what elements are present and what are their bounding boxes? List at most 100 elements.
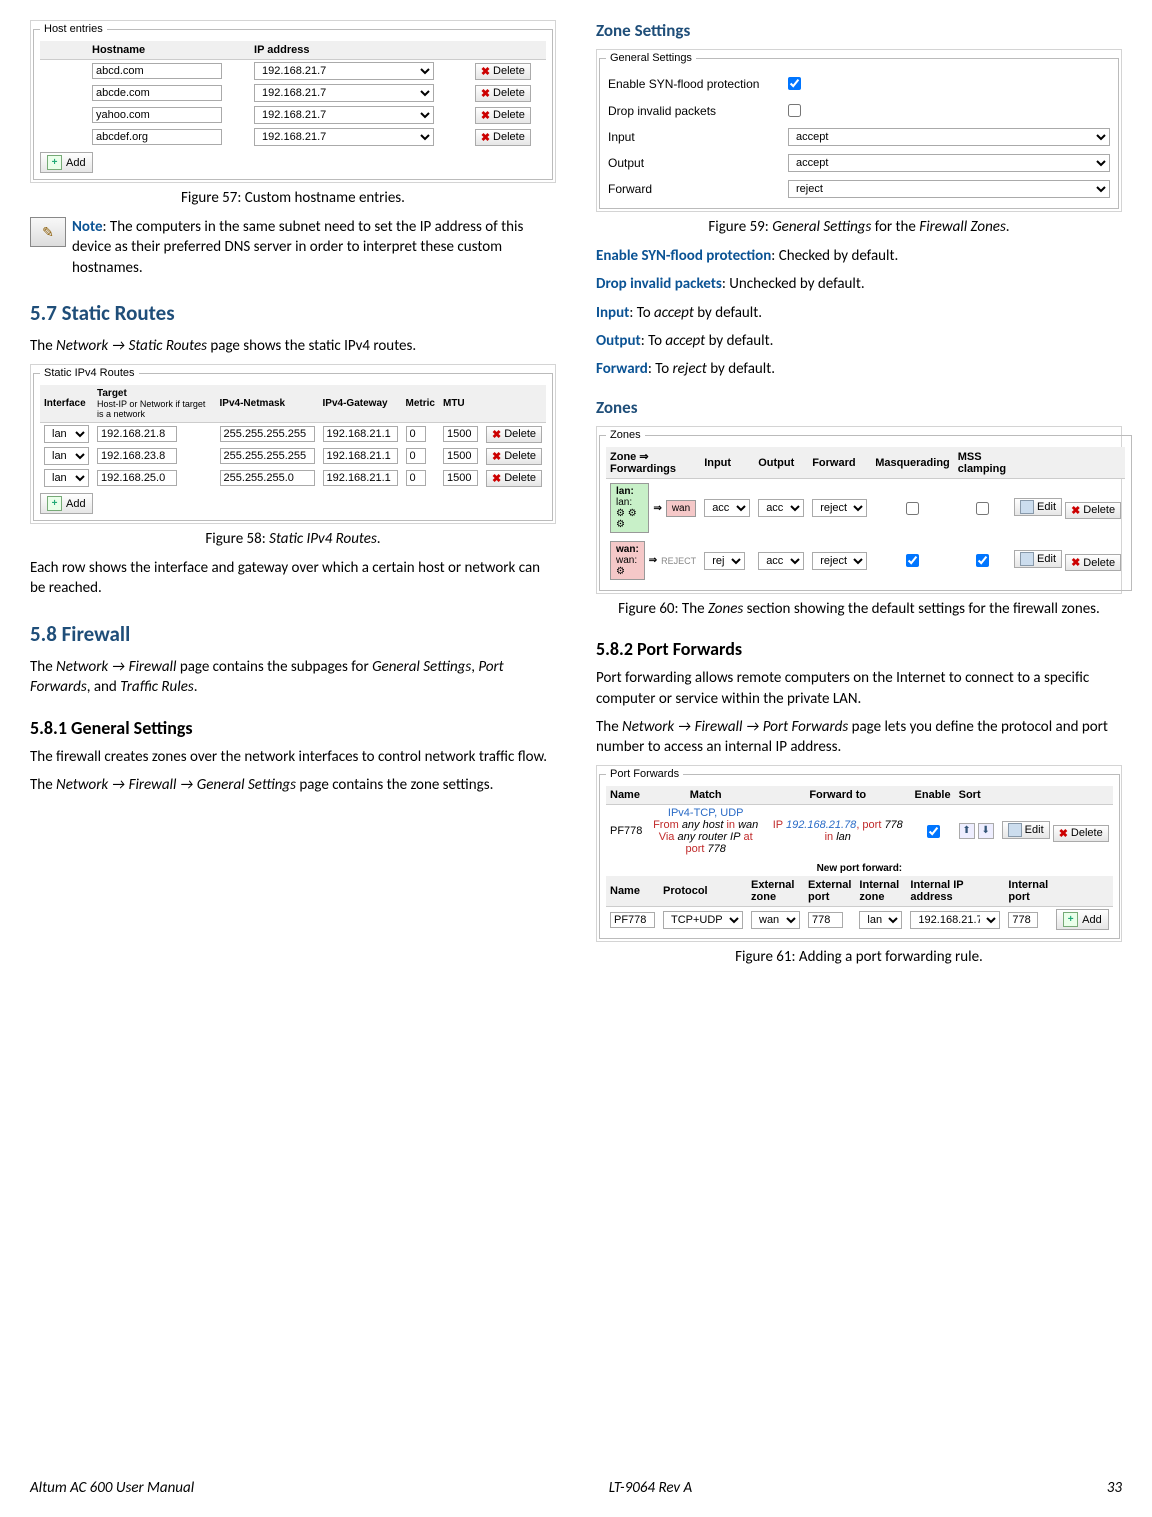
target-input[interactable] <box>97 448 177 464</box>
param-output: Output: To accept by default. <box>596 331 1122 351</box>
section-5-8-title: 5.8 Firewall <box>30 621 556 647</box>
zone-output-select[interactable]: acc <box>758 552 804 570</box>
drop-invalid-checkbox[interactable] <box>788 104 801 117</box>
netmask-input[interactable] <box>220 448 315 464</box>
masq-checkbox[interactable] <box>906 554 919 567</box>
zone-output-select[interactable]: acc <box>758 499 804 517</box>
figure-57-caption: Figure 57: Custom hostname entries. <box>30 189 556 207</box>
close-icon: ✖ <box>1059 827 1068 840</box>
delete-button[interactable]: ✖Delete <box>475 63 531 80</box>
hostname-input[interactable] <box>92 129 222 145</box>
iface-select[interactable]: lan <box>44 447 89 465</box>
enable-checkbox[interactable] <box>927 825 940 838</box>
param-forward: Forward: To reject by default. <box>596 359 1122 379</box>
close-icon: ✖ <box>481 131 490 144</box>
mss-checkbox[interactable] <box>976 502 989 515</box>
hostname-input[interactable] <box>92 85 222 101</box>
edit-button[interactable]: Edit <box>1014 498 1062 516</box>
edit-icon <box>1008 823 1022 837</box>
ip-select[interactable]: 192.168.21.7 <box>254 128 434 146</box>
output-select[interactable]: accept <box>788 154 1110 172</box>
zones-heading: Zones <box>596 397 1122 418</box>
param-input: Input: To accept by default. <box>596 303 1122 323</box>
zone-input-select[interactable]: acc <box>704 499 750 517</box>
iface-select[interactable]: lan <box>44 425 89 443</box>
gateway-input[interactable] <box>323 470 398 486</box>
add-button[interactable]: +Add <box>40 152 93 173</box>
delete-button[interactable]: ✖Delete <box>486 448 542 465</box>
add-button[interactable]: +Add <box>40 493 93 514</box>
arrow-icon: ⇒ <box>649 555 657 566</box>
input-select[interactable]: accept <box>788 128 1110 146</box>
fieldset-legend: Static IPv4 Routes <box>40 367 139 379</box>
pf-intip-select[interactable]: 192.168.21.78 <box>910 911 1000 929</box>
mss-checkbox[interactable] <box>976 554 989 567</box>
metric-input[interactable] <box>406 448 426 464</box>
section-5-8-1-p2: The Network → Firewall → General Setting… <box>30 775 556 795</box>
param-drop: Drop invalid packets: Unchecked by defau… <box>596 274 1122 294</box>
netmask-input[interactable] <box>220 426 315 442</box>
pf-extzone-select[interactable]: wan <box>751 911 800 929</box>
sort-down-button[interactable]: ⬇ <box>978 823 994 839</box>
delete-button[interactable]: ✖Delete <box>1065 554 1121 571</box>
add-button[interactable]: +Add <box>1056 909 1109 930</box>
pf-row: PF778 IPv4-TCP, UDP From any host in wan… <box>606 805 1113 858</box>
target-input[interactable] <box>97 470 177 486</box>
new-port-forward-header: New port forward: <box>606 863 1113 874</box>
ip-select[interactable]: 192.168.21.7 <box>254 106 434 124</box>
fieldset-legend: Zones <box>606 429 645 441</box>
delete-button[interactable]: ✖Delete <box>475 129 531 146</box>
delete-button[interactable]: ✖Delete <box>1053 825 1109 842</box>
delete-button[interactable]: ✖Delete <box>486 470 542 487</box>
section-5-7-body: Each row shows the interface and gateway… <box>30 558 556 599</box>
gateway-input[interactable] <box>323 426 398 442</box>
section-5-8-2-p1: Port forwarding allows remote computers … <box>596 668 1122 709</box>
delete-button[interactable]: ✖Delete <box>475 85 531 102</box>
pf-proto-select[interactable]: TCP+UDP <box>663 911 743 929</box>
gateway-input[interactable] <box>323 448 398 464</box>
hostname-input[interactable] <box>92 107 222 123</box>
mtu-input[interactable] <box>443 448 478 464</box>
edit-button[interactable]: Edit <box>1002 821 1050 839</box>
zone-forward-select[interactable]: reject <box>812 552 867 570</box>
section-5-8-intro: The Network → Firewall page contains the… <box>30 657 556 698</box>
pf-extport-input[interactable] <box>808 912 843 928</box>
iface-select[interactable]: lan <box>44 469 89 487</box>
delete-button[interactable]: ✖Delete <box>475 107 531 124</box>
metric-input[interactable] <box>406 470 426 486</box>
netmask-input[interactable] <box>220 470 315 486</box>
wan-zone-tag: wan <box>666 500 696 517</box>
syn-flood-checkbox[interactable] <box>788 77 801 90</box>
target-input[interactable] <box>97 426 177 442</box>
delete-button[interactable]: ✖Delete <box>1065 502 1121 519</box>
zone-forward-select[interactable]: reject <box>812 499 867 517</box>
forward-select[interactable]: reject <box>788 180 1110 198</box>
note-icon: ✎ <box>30 217 66 247</box>
close-icon: ✖ <box>1071 556 1080 569</box>
close-icon: ✖ <box>481 87 490 100</box>
hostname-input[interactable] <box>92 63 222 79</box>
mtu-input[interactable] <box>443 426 478 442</box>
pf-intport-input[interactable] <box>1008 912 1038 928</box>
metric-input[interactable] <box>406 426 426 442</box>
zone-row-wan: wan: wan: ⚙ ⇒ REJECT rej acc reject Edit… <box>606 537 1125 584</box>
ip-select[interactable]: 192.168.21.7 <box>254 62 434 80</box>
section-5-7-title: 5.7 Static Routes <box>30 300 556 326</box>
fieldset-legend: Host entries <box>40 23 107 35</box>
figure-57: Host entries Hostname IP address 192.168… <box>30 20 556 183</box>
footer-right: 33 <box>1107 1479 1122 1497</box>
plus-icon: + <box>47 155 62 170</box>
plus-icon: + <box>1063 912 1078 927</box>
masq-checkbox[interactable] <box>906 502 919 515</box>
figure-61-caption: Figure 61: Adding a port forwarding rule… <box>596 948 1122 966</box>
fieldset-legend: Port Forwards <box>606 768 683 780</box>
delete-button[interactable]: ✖Delete <box>486 426 542 443</box>
mtu-input[interactable] <box>443 470 478 486</box>
sort-up-button[interactable]: ⬆ <box>959 823 975 839</box>
edit-button[interactable]: Edit <box>1014 550 1062 568</box>
pf-intzone-select[interactable]: lan <box>859 911 902 929</box>
section-5-8-1-title: 5.8.1 General Settings <box>30 717 556 739</box>
ip-select[interactable]: 192.168.21.7 <box>254 84 434 102</box>
zone-input-select[interactable]: rej <box>704 552 745 570</box>
pf-name-input[interactable] <box>610 912 655 928</box>
